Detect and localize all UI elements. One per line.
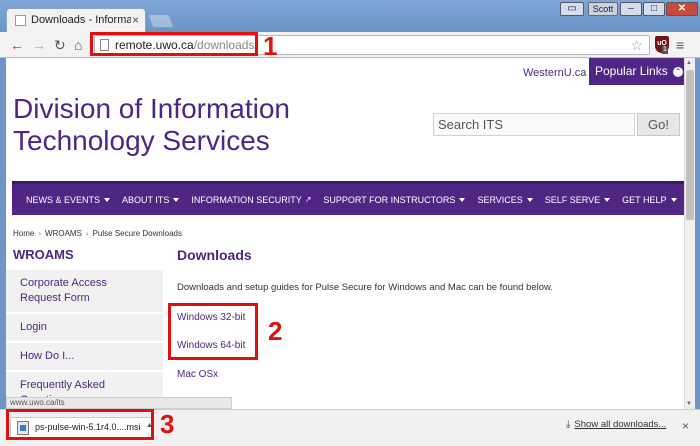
breadcrumb-current: Pulse Secure Downloads bbox=[92, 229, 182, 238]
annotation-box-url bbox=[90, 32, 258, 56]
caret-down-icon bbox=[526, 197, 533, 202]
sidebar-heading[interactable]: WROAMS bbox=[13, 247, 74, 262]
breadcrumb-wroams[interactable]: WROAMS bbox=[45, 229, 82, 238]
extension-badge: 1 bbox=[662, 46, 668, 54]
page-favicon-icon bbox=[15, 15, 26, 26]
shelf-close-icon[interactable]: × bbox=[682, 419, 689, 433]
window-extra-button[interactable]: ▭ bbox=[560, 2, 584, 16]
browser-titlebar: Downloads - Information × ▭ Scott – □ ✕ bbox=[0, 0, 700, 32]
sidebar-item-login[interactable]: Login bbox=[6, 312, 163, 341]
nav-services[interactable]: SERVICES bbox=[477, 194, 533, 205]
nav-get-help[interactable]: GET HELP bbox=[622, 194, 677, 205]
home-icon[interactable]: ⌂ bbox=[74, 37, 82, 53]
new-tab-button[interactable] bbox=[147, 14, 175, 28]
nav-support-instructors[interactable]: SUPPORT FOR INSTRUCTORS bbox=[323, 194, 466, 205]
site-title-line2: Technology Services bbox=[13, 125, 270, 156]
tab-close-icon[interactable]: × bbox=[132, 13, 139, 27]
nav-label: SELF SERVE bbox=[544, 194, 601, 205]
annotation-box-windows-links bbox=[168, 303, 258, 360]
page-title: Downloads bbox=[177, 247, 252, 263]
show-all-label: Show all downloads... bbox=[574, 419, 667, 430]
chevron-up-icon: ⌃ bbox=[673, 66, 684, 77]
annotation-box-download bbox=[6, 409, 154, 440]
reload-icon[interactable]: ↻ bbox=[54, 37, 66, 53]
nav-self-serve[interactable]: SELF SERVE bbox=[544, 194, 611, 205]
popular-links-label: Popular Links bbox=[595, 64, 668, 78]
nav-label: SERVICES bbox=[477, 194, 523, 205]
mac-osx-link[interactable]: Mac OSx bbox=[177, 369, 218, 380]
download-arrow-icon: ⤓ bbox=[566, 419, 571, 430]
caret-down-icon bbox=[173, 197, 180, 202]
minimize-button[interactable]: – bbox=[620, 2, 642, 16]
nav-label: GET HELP bbox=[622, 194, 667, 205]
caret-down-icon bbox=[604, 197, 611, 202]
annotation-number-3: 3 bbox=[160, 409, 175, 439]
main-navigation: NEWS & EVENTS ABOUT ITS INFORMATION SECU… bbox=[12, 181, 684, 215]
nav-news-events[interactable]: NEWS & EVENTS bbox=[26, 194, 111, 205]
external-link-icon: ↗ bbox=[304, 195, 312, 204]
site-title[interactable]: Division of Information Technology Servi… bbox=[13, 93, 343, 157]
annotation-number-1: 1 bbox=[263, 31, 278, 61]
back-arrow-icon[interactable]: ← bbox=[10, 37, 24, 53]
scroll-thumb[interactable] bbox=[686, 70, 694, 220]
nav-label: SUPPORT FOR INSTRUCTORS bbox=[323, 194, 456, 205]
show-all-downloads-link[interactable]: ⤓ Show all downloads... bbox=[566, 419, 666, 430]
bookmark-star-icon[interactable]: ☆ bbox=[630, 37, 643, 54]
chevron-right-icon: › bbox=[85, 229, 89, 238]
caret-down-icon bbox=[670, 197, 677, 202]
nav-label: NEWS & EVENTS bbox=[26, 194, 101, 205]
chevron-right-icon: › bbox=[38, 229, 42, 238]
page-viewport: WesternU.ca Popular Links ⌃ Division of … bbox=[6, 58, 684, 409]
sidebar-item-corporate-access[interactable]: Corporate Access Request Form bbox=[6, 268, 163, 312]
site-title-line1: Division of Information bbox=[13, 93, 291, 124]
nav-label: INFORMATION SECURITY bbox=[191, 194, 302, 205]
maximize-button[interactable]: □ bbox=[643, 2, 665, 16]
intro-text: Downloads and setup guides for Pulse Sec… bbox=[177, 282, 554, 293]
sidebar-nav: Corporate Access Request Form Login How … bbox=[6, 268, 163, 409]
sidebar-item-how-do-i[interactable]: How Do I... bbox=[6, 341, 163, 370]
breadcrumb-home[interactable]: Home bbox=[13, 229, 34, 238]
tab-title: Downloads - Information bbox=[31, 14, 131, 26]
scroll-up-icon[interactable]: ▲ bbox=[686, 60, 692, 66]
breadcrumb: Home › WROAMS › Pulse Secure Downloads bbox=[13, 229, 182, 238]
caret-down-icon bbox=[459, 197, 466, 202]
annotation-number-2: 2 bbox=[268, 316, 283, 346]
status-url-tooltip: www.uwo.ca/its bbox=[6, 397, 232, 409]
caret-down-icon bbox=[104, 197, 111, 202]
menu-icon[interactable]: ≡ bbox=[676, 38, 684, 52]
popular-links-button[interactable]: Popular Links ⌃ bbox=[589, 58, 684, 85]
nav-about-its[interactable]: ABOUT ITS bbox=[122, 194, 180, 205]
browser-tab[interactable]: Downloads - Information × bbox=[6, 8, 146, 32]
search-go-button[interactable]: Go! bbox=[637, 113, 680, 136]
vertical-scrollbar[interactable]: ▲ ▼ bbox=[684, 58, 695, 409]
forward-arrow-icon[interactable]: → bbox=[32, 37, 46, 53]
search-input[interactable] bbox=[433, 113, 635, 136]
profile-button[interactable]: Scott bbox=[588, 2, 618, 16]
close-window-button[interactable]: ✕ bbox=[666, 2, 698, 16]
scroll-down-icon[interactable]: ▼ bbox=[686, 401, 692, 407]
nav-information-security[interactable]: INFORMATION SECURITY ↗ bbox=[191, 195, 311, 205]
westernu-link[interactable]: WesternU.ca bbox=[523, 67, 586, 79]
nav-label: ABOUT ITS bbox=[122, 194, 170, 205]
